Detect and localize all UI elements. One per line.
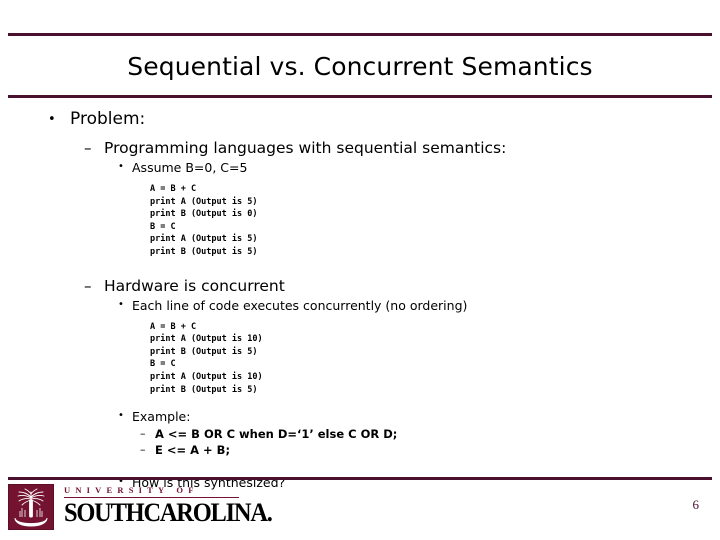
bullet-hardware-heading-label: Hardware is concurrent <box>104 276 285 295</box>
south-carolina-text: SOUTHCAROLINA. <box>64 498 273 527</box>
bullet-problem: • Problem: <box>48 108 720 131</box>
bullet-problem-label: Problem: <box>70 109 146 129</box>
bullet-dash-icon: – <box>84 139 92 157</box>
bullet-dot-icon: • <box>118 298 124 310</box>
university-wordmark: UNIVERSITY OF SOUTHCAROLINA. <box>64 485 273 527</box>
bullet-assume: • Assume B=0, C=5 <box>116 159 720 177</box>
footer-divider-rule <box>8 477 712 480</box>
bullet-each-line: • Each line of code executes concurrentl… <box>116 297 720 315</box>
bullet-example-line-1: – A <= B OR C when D=‘1’ else C OR D; <box>140 426 720 442</box>
top-divider-rule <box>8 33 712 36</box>
page-title: Sequential vs. Concurrent Semantics <box>127 52 593 81</box>
bullet-example-label: Example: <box>132 409 191 425</box>
slide-number: 6 <box>692 497 700 512</box>
bullet-dash-icon: – <box>84 276 92 295</box>
palmetto-tree-crescent-icon <box>8 484 54 530</box>
bullet-dot-icon: • <box>118 161 124 172</box>
bullet-dot-icon: • <box>48 112 56 127</box>
university-of-text: UNIVERSITY OF <box>64 485 239 498</box>
slide-body: • Problem: – Programming languages with … <box>0 108 720 492</box>
bullet-example-line-1-label: A <= B OR C when D=‘1’ else C OR D; <box>155 427 398 442</box>
bullet-dash-icon: – <box>140 427 146 441</box>
slide: Sequential vs. Concurrent Semantics • Pr… <box>0 0 720 540</box>
code-block-sequential: A = B + C print A (Output is 5) print B … <box>150 184 258 257</box>
title-divider-rule <box>8 95 712 98</box>
bullet-hardware-heading: – Hardware is concurrent <box>84 275 720 297</box>
bullet-example-line-2-label: E <= A + B; <box>155 443 231 458</box>
bullet-sequential-heading: – Programming languages with sequential … <box>84 137 720 159</box>
bullet-dot-icon: • <box>118 410 124 422</box>
bullet-dash-icon: – <box>140 443 146 457</box>
bullet-assume-label: Assume B=0, C=5 <box>132 160 248 175</box>
code-block-concurrent: A = B + C print A (Output is 10) print B… <box>150 321 263 395</box>
university-logo: UNIVERSITY OF SOUTHCAROLINA. <box>8 484 273 532</box>
bullet-example-line-2: – E <= A + B; <box>140 442 720 458</box>
bullet-each-line-label: Each line of code executes concurrently … <box>132 297 468 313</box>
bullet-sequential-heading-label: Programming languages with sequential se… <box>104 139 507 157</box>
bullet-example: • Example: <box>116 408 720 426</box>
